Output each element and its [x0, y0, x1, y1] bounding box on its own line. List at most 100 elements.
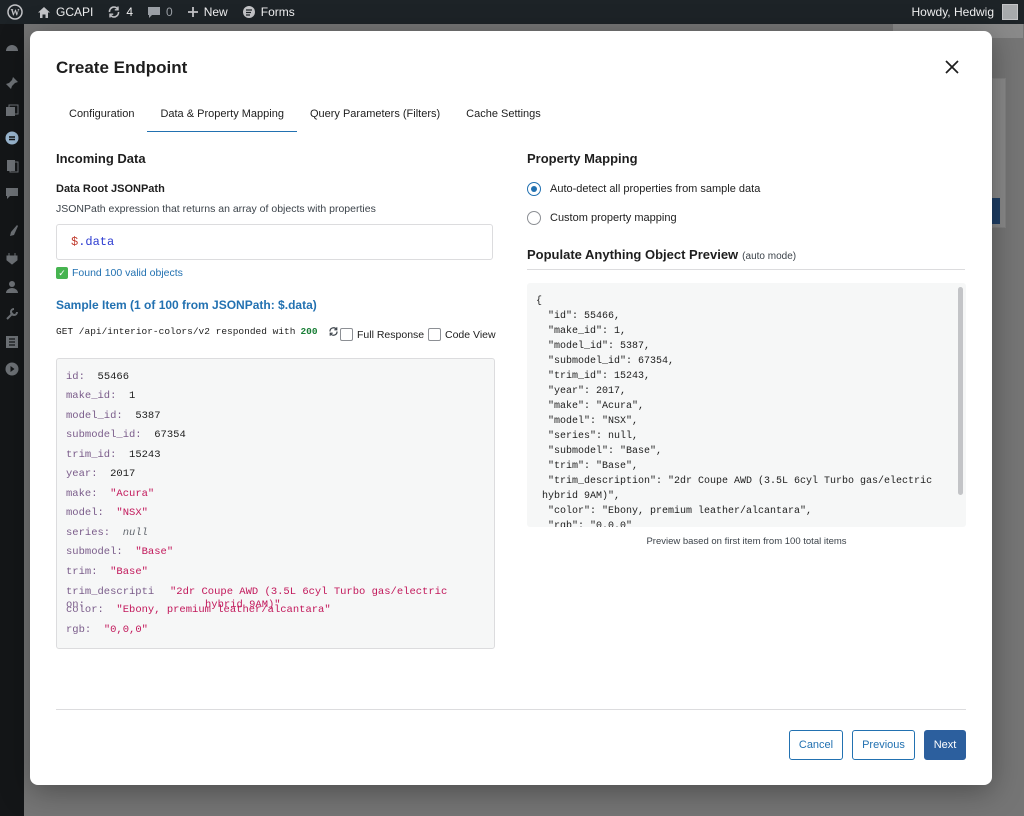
field-value: "Acura": [110, 488, 155, 500]
forms-label: Forms: [260, 5, 295, 19]
wordpress-logo-icon[interactable]: W: [0, 0, 30, 24]
sample-field-row: year: 2017: [66, 468, 135, 480]
sample-field-row: trim: "Base": [66, 566, 148, 578]
dashboard-icon[interactable]: [5, 40, 19, 54]
api-plugin-icon[interactable]: [5, 131, 19, 145]
plugins-icon[interactable]: [5, 252, 19, 266]
custom-mapping-option[interactable]: Custom property mapping: [527, 211, 677, 225]
response-text: GET /api/interior-colors/v2 responded wi…: [56, 326, 296, 337]
comments-link[interactable]: 0: [140, 0, 180, 24]
site-name-link[interactable]: GCAPI: [30, 0, 100, 24]
full-response-checkbox[interactable]: Full Response: [340, 328, 424, 341]
create-endpoint-modal: Create Endpoint Configuration Data & Pro…: [30, 31, 992, 785]
sample-field-row: model: "NSX": [66, 507, 148, 519]
check-icon: ✓: [56, 267, 68, 279]
auto-detect-option[interactable]: Auto-detect all properties from sample d…: [527, 182, 760, 196]
pages-icon[interactable]: [5, 159, 19, 173]
comments-menu-icon[interactable]: [5, 187, 19, 201]
field-key: submodel:: [66, 546, 123, 558]
sample-field-row: id: 55466: [66, 371, 129, 383]
jsonpath-input[interactable]: $ .data: [56, 224, 493, 260]
forms-icon: [242, 6, 255, 18]
user-greeting[interactable]: Howdy, Hedwig: [912, 5, 994, 19]
jsonpath-value: .data: [78, 235, 115, 249]
field-key: model_id:: [66, 410, 123, 422]
cancel-button[interactable]: Cancel: [789, 730, 843, 760]
divider: [527, 269, 965, 270]
pin-icon[interactable]: [5, 76, 19, 90]
collapse-menu-icon[interactable]: [5, 362, 19, 376]
close-icon[interactable]: [941, 56, 963, 78]
media-icon[interactable]: [5, 104, 19, 118]
custom-mapping-radio[interactable]: [527, 211, 541, 225]
object-preview-heading: Populate Anything Object Preview (auto mo…: [527, 247, 796, 262]
data-root-label: Data Root JSONPath: [56, 183, 165, 195]
field-key: id:: [66, 371, 85, 383]
code-view-checkbox[interactable]: Code View: [428, 328, 496, 341]
sample-field-row: series: null: [66, 527, 148, 539]
tab-query-parameters[interactable]: Query Parameters (Filters): [297, 96, 453, 132]
new-content-link[interactable]: New: [180, 0, 235, 24]
sample-field-row: trim_descripti: [66, 586, 154, 598]
sample-field-row: make_id: 1: [66, 390, 135, 402]
updates-count: 4: [126, 5, 134, 19]
preview-json: { "id": 55466, "make_id": 1, "model_id":…: [536, 296, 933, 527]
appearance-icon[interactable]: [5, 224, 19, 238]
field-key: year:: [66, 468, 98, 480]
previous-button[interactable]: Previous: [852, 730, 915, 760]
custom-mapping-label: Custom property mapping: [550, 212, 677, 224]
tab-configuration[interactable]: Configuration: [56, 96, 147, 132]
incoming-data-heading: Incoming Data: [56, 151, 146, 166]
sample-item-panel: id: 55466 make_id: 1 model_id: 5387 subm…: [56, 358, 495, 649]
field-key: make_id:: [66, 390, 117, 402]
field-value: "Base": [110, 566, 148, 578]
response-line: GET /api/interior-colors/v2 responded wi…: [56, 326, 339, 337]
tab-data-property-mapping[interactable]: Data & Property Mapping: [147, 96, 297, 132]
field-value: 5387: [135, 410, 161, 422]
updates-link[interactable]: 4: [100, 0, 140, 24]
svg-text:W: W: [11, 8, 20, 18]
field-key: trim_descripti: [66, 586, 155, 598]
new-label: New: [203, 5, 228, 19]
users-icon[interactable]: [5, 280, 19, 294]
auto-detect-radio[interactable]: [527, 182, 541, 196]
sample-field-row: rgb: "0,0,0": [66, 624, 148, 636]
comment-icon: [148, 6, 161, 18]
field-key: make:: [66, 488, 98, 500]
sample-field-row: color: "Ebony, premium leather/alcantara…: [66, 604, 331, 616]
preview-note: Preview based on first item from 100 tot…: [646, 536, 847, 547]
preview-mode: (auto mode): [742, 251, 797, 262]
forms-link[interactable]: Forms: [235, 0, 302, 24]
field-key: trim:: [66, 566, 98, 578]
response-status: 200: [300, 326, 318, 337]
sample-field-row: trim_id: 15243: [66, 449, 161, 461]
next-button[interactable]: Next: [924, 730, 966, 760]
field-value: 2017: [110, 468, 136, 480]
preview-heading-text: Populate Anything Object Preview: [527, 247, 739, 262]
found-objects-status: ✓ Found 100 valid objects: [56, 267, 183, 279]
full-response-box[interactable]: [340, 328, 353, 341]
object-preview-panel[interactable]: { "id": 55466, "make_id": 1, "model_id":…: [527, 283, 966, 527]
full-response-label: Full Response: [357, 328, 425, 341]
sample-field-row: model_id: 5387: [66, 410, 161, 422]
refresh-icon[interactable]: [328, 326, 339, 337]
preview-scrollbar[interactable]: [958, 287, 963, 495]
avatar[interactable]: [1002, 4, 1018, 20]
comments-count: 0: [166, 5, 173, 19]
field-value: "Ebony, premium leather/alcantara": [116, 604, 331, 616]
tab-cache-settings[interactable]: Cache Settings: [453, 96, 554, 132]
settings-icon[interactable]: [5, 335, 19, 349]
field-value: null: [122, 527, 148, 539]
plus-icon: [187, 7, 198, 17]
field-key: rgb:: [66, 624, 92, 636]
found-text: Found 100 valid objects: [72, 267, 183, 279]
field-value: "Base": [135, 546, 174, 558]
code-view-box[interactable]: [428, 328, 441, 341]
field-value: 15243: [129, 449, 161, 461]
background-button: [992, 198, 1000, 224]
admin-menu: [0, 24, 24, 816]
auto-detect-label: Auto-detect all properties from sample d…: [550, 183, 761, 195]
field-value: "2dr Coupe AWD (3.5L 6cyl Turbo gas/elec…: [170, 586, 448, 598]
field-key: color:: [66, 604, 104, 616]
tools-icon[interactable]: [5, 307, 19, 321]
